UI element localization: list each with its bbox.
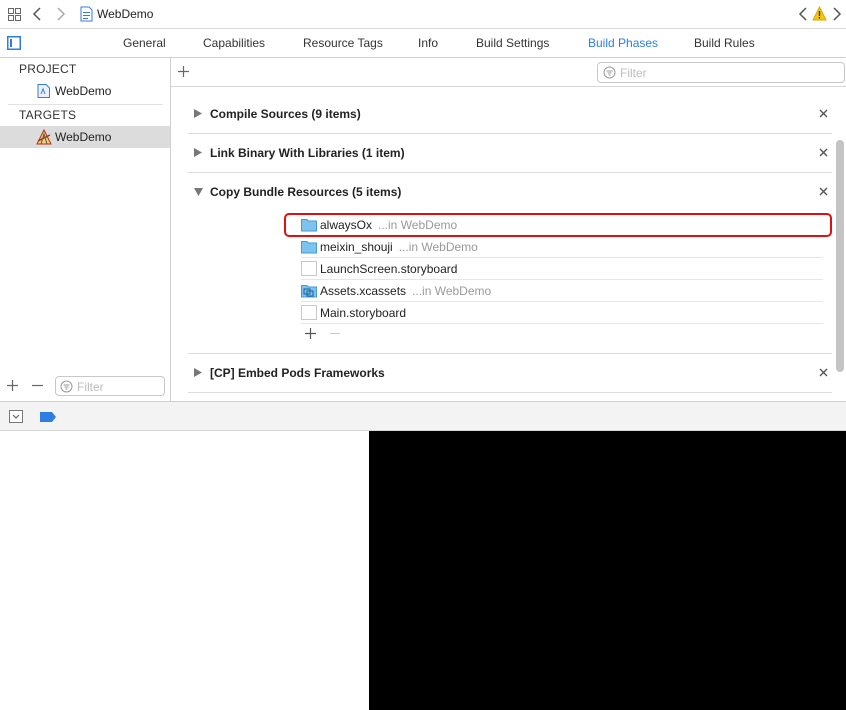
- remove-target-icon[interactable]: [31, 379, 44, 392]
- warning-icon[interactable]: [812, 6, 827, 21]
- resource-row-meixin-shouji[interactable]: meixin_shouji ...in WebDemo: [301, 236, 823, 258]
- add-resource-icon[interactable]: [305, 328, 316, 339]
- phases-toolbar: Filter: [171, 58, 846, 87]
- phases-filter-input[interactable]: Filter: [597, 62, 845, 83]
- tab-capabilities[interactable]: Capabilities: [203, 36, 265, 50]
- annotation-highlight-box: [284, 213, 832, 237]
- delete-phase-icon[interactable]: [819, 148, 828, 157]
- filter-placeholder: Filter: [77, 380, 104, 394]
- phase-compile-sources[interactable]: Compile Sources (9 items): [188, 95, 832, 134]
- targets-section-header: TARGETS: [19, 108, 77, 122]
- add-target-icon[interactable]: [6, 379, 19, 392]
- asset-catalog-icon: [301, 285, 317, 298]
- filter-icon: [603, 66, 616, 79]
- tab-info[interactable]: Info: [418, 36, 438, 50]
- resource-name: Assets.xcassets ...in WebDemo: [320, 284, 492, 298]
- disclosure-collapsed-icon[interactable]: [194, 109, 202, 118]
- resource-row-launchscreen[interactable]: LaunchScreen.storyboard: [301, 258, 823, 280]
- next-issue-icon[interactable]: [832, 6, 842, 22]
- filter-icon: [60, 380, 73, 393]
- remove-resource-icon[interactable]: [330, 333, 340, 334]
- phase-link-binary[interactable]: Link Binary With Libraries (1 item): [188, 134, 832, 173]
- add-build-phase-icon[interactable]: [177, 65, 190, 78]
- console-view[interactable]: [369, 431, 846, 710]
- delete-phase-icon[interactable]: [819, 368, 828, 377]
- project-file-icon: [80, 6, 93, 22]
- disclosure-collapsed-icon[interactable]: [194, 148, 202, 157]
- phase-title: Copy Bundle Resources (5 items): [210, 185, 402, 199]
- sidebar-item-target-webdemo[interactable]: WebDemo: [0, 126, 170, 148]
- phase-embed-pods-frameworks[interactable]: [CP] Embed Pods Frameworks: [188, 354, 832, 393]
- project-target-sidebar: PROJECT WebDemo TARGETS WebDemo Filter: [0, 58, 171, 401]
- project-section-header: PROJECT: [19, 62, 77, 76]
- filter-placeholder: Filter: [620, 66, 647, 80]
- tab-resource-tags[interactable]: Resource Tags: [303, 36, 383, 50]
- tab-build-rules[interactable]: Build Rules: [694, 36, 755, 50]
- resource-row-main-storyboard[interactable]: Main.storyboard: [301, 302, 823, 324]
- debug-area-bar: [0, 401, 846, 431]
- editor-tab-bar: General Capabilities Resource Tags Info …: [0, 29, 846, 58]
- hide-debug-area-icon[interactable]: [9, 410, 23, 423]
- sidebar-item-label: WebDemo: [55, 130, 112, 144]
- resource-row-assets[interactable]: Assets.xcassets ...in WebDemo: [301, 280, 823, 302]
- show-sidebar-icon[interactable]: [7, 36, 21, 50]
- navigation-bar: WebDemo: [0, 0, 846, 29]
- phase-title: [CP] Embed Pods Frameworks: [210, 366, 385, 380]
- project-file-icon: [37, 84, 50, 98]
- breadcrumb[interactable]: WebDemo: [97, 7, 153, 21]
- phase-title: Link Binary With Libraries (1 item): [210, 146, 405, 160]
- breakpoints-toggle-icon[interactable]: [40, 412, 56, 422]
- app-target-icon: [36, 129, 52, 145]
- tab-build-phases[interactable]: Build Phases: [588, 36, 658, 50]
- resource-name: meixin_shouji ...in WebDemo: [320, 240, 478, 254]
- phase-title: Compile Sources (9 items): [210, 107, 361, 121]
- related-items-grid-icon[interactable]: [8, 8, 21, 21]
- folder-icon: [301, 241, 317, 254]
- disclosure-expanded-icon[interactable]: [194, 188, 203, 196]
- sidebar-filter-input[interactable]: Filter: [55, 376, 165, 396]
- tab-build-settings[interactable]: Build Settings: [476, 36, 549, 50]
- disclosure-collapsed-icon[interactable]: [194, 368, 202, 377]
- tab-general[interactable]: General: [123, 36, 166, 50]
- sidebar-item-label: WebDemo: [55, 84, 112, 98]
- variables-view[interactable]: [0, 431, 369, 710]
- resource-name: LaunchScreen.storyboard: [320, 262, 458, 276]
- vertical-scrollbar[interactable]: [836, 140, 844, 372]
- file-icon: [301, 305, 317, 320]
- resource-name: Main.storyboard: [320, 306, 407, 320]
- forward-arrow-icon[interactable]: [56, 6, 66, 22]
- delete-phase-icon[interactable]: [819, 187, 828, 196]
- back-arrow-icon[interactable]: [32, 6, 42, 22]
- previous-issue-icon[interactable]: [798, 6, 808, 22]
- sidebar-item-project-webdemo[interactable]: WebDemo: [0, 80, 170, 102]
- sidebar-divider: [8, 104, 163, 105]
- file-icon: [301, 261, 317, 276]
- delete-phase-icon[interactable]: [819, 109, 828, 118]
